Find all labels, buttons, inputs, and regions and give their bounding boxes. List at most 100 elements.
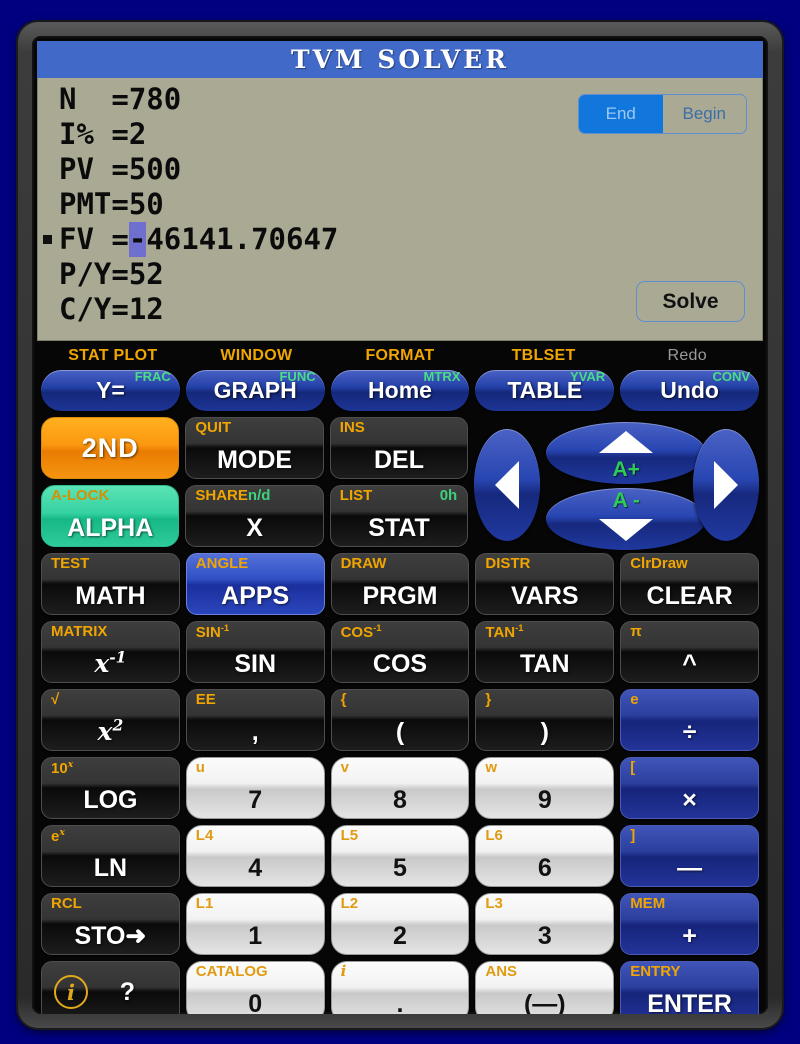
key-3[interactable]: L3 3 bbox=[475, 893, 615, 955]
key-second-label: LIST bbox=[339, 487, 373, 504]
key-math[interactable]: TEST MATH bbox=[41, 553, 180, 615]
key-key[interactable]: ] — bbox=[620, 825, 759, 887]
mode-key-grid: 2ND QUIT MODE INS DEL A-LOCK ALPHA SHAREn/d X LIS… bbox=[41, 417, 469, 547]
key-key[interactable]: }) bbox=[475, 689, 615, 751]
key-primary-label: TAN bbox=[520, 650, 570, 678]
info-icon: i bbox=[54, 975, 88, 1009]
key-key[interactable]: π ^ bbox=[620, 621, 759, 683]
key-mode[interactable]: QUIT MODE bbox=[185, 417, 324, 479]
tvm-row[interactable]: FV = -46141.70647 bbox=[43, 222, 339, 257]
tvm-row[interactable]: PV = 500 bbox=[59, 152, 338, 187]
key-enter[interactable]: ENTRY ENTER bbox=[620, 961, 759, 1014]
key-sto[interactable]: RCL STO➜ bbox=[41, 893, 180, 955]
key-prgm[interactable]: DRAW PRGM bbox=[330, 553, 470, 615]
key-9[interactable]: w9 bbox=[475, 757, 615, 819]
tvm-variable-value: 52 bbox=[128, 257, 164, 291]
key-cos[interactable]: COS-1 COS bbox=[330, 621, 470, 683]
key-x[interactable]: √ x2 bbox=[41, 689, 180, 751]
arrow-down-key[interactable]: A - bbox=[546, 488, 707, 550]
key-primary-label: ALPHA bbox=[67, 514, 154, 542]
key-primary-label: VARS bbox=[510, 582, 579, 610]
toggle-option-begin[interactable]: Begin bbox=[663, 95, 747, 133]
key-home[interactable]: MTRX Home bbox=[330, 369, 470, 411]
key-second-label: A-LOCK bbox=[51, 487, 110, 504]
key-second-label: COS-1 bbox=[340, 623, 382, 641]
key-primary-label: + bbox=[682, 922, 697, 950]
key-second-label: L1 bbox=[195, 895, 214, 912]
key-second-label: INS bbox=[339, 419, 365, 436]
key-key[interactable]: {( bbox=[330, 689, 470, 751]
tvm-row[interactable]: PMT= 50 bbox=[59, 187, 338, 222]
key-key[interactable]: e ÷ bbox=[620, 689, 759, 751]
key-del[interactable]: INS DEL bbox=[329, 417, 469, 479]
key-graph[interactable]: FUNC GRAPH bbox=[185, 369, 325, 411]
screen-body: N = 780 I% = 2 PV = 500 PMT= 50 FV = -46141.70647… bbox=[37, 78, 763, 341]
key-primary-label: × bbox=[682, 786, 697, 814]
top-key-row: FRAC Y= FUNC GRAPH MTRX Home YVAR TABLE CONV Undo bbox=[37, 367, 763, 411]
key-log[interactable]: 10x LOG bbox=[41, 757, 180, 819]
key-clear[interactable]: ClrDraw CLEAR bbox=[620, 553, 759, 615]
toggle-option-end[interactable]: End bbox=[579, 95, 663, 133]
key-y-[interactable]: FRAC Y= bbox=[41, 369, 180, 411]
key-vars[interactable]: DISTR VARS bbox=[475, 553, 615, 615]
key-stat[interactable]: LIST 0h STAT bbox=[329, 485, 469, 547]
key-key[interactable]: i? bbox=[41, 961, 180, 1014]
key-row: MATRIX x-1 SIN-1 SIN COS-1 COS TAN-1 TAN π ^ bbox=[37, 615, 763, 683]
key-primary-label: LN bbox=[93, 854, 128, 882]
key-8[interactable]: v8 bbox=[330, 757, 470, 819]
key-apps[interactable]: ANGLE APPS bbox=[185, 553, 325, 615]
key-primary-label: ENTER bbox=[647, 990, 732, 1015]
key-key[interactable]: MEM + bbox=[620, 893, 759, 955]
key-second-label: ANS bbox=[485, 963, 518, 980]
key-primary-label: 6 bbox=[537, 854, 552, 882]
key-7[interactable]: u7 bbox=[185, 757, 325, 819]
arrow-pad: A+ A - bbox=[474, 417, 759, 550]
key-5[interactable]: L5 5 bbox=[330, 825, 470, 887]
key-ln[interactable]: ex LN bbox=[41, 825, 180, 887]
tvm-variable-value: 50 bbox=[128, 187, 164, 221]
key-2nd[interactable]: 2ND bbox=[41, 417, 180, 479]
key-key[interactable]: i. bbox=[330, 961, 470, 1014]
tvm-row[interactable]: C/Y= 12 bbox=[59, 292, 338, 327]
tvm-variable-value: 780 bbox=[128, 82, 182, 116]
key-key[interactable]: [× bbox=[620, 757, 759, 819]
key-alpha[interactable]: A-LOCK ALPHA bbox=[41, 485, 180, 547]
key-second-label: SHAREn/d bbox=[195, 487, 271, 504]
tvm-variable-value: 46141.70647 bbox=[146, 222, 339, 256]
key-second-label: 10x bbox=[51, 759, 74, 777]
key-primary-label: Y= bbox=[96, 377, 125, 403]
tvm-variable-value: 500 bbox=[128, 152, 182, 186]
key-second-label: SIN-1 bbox=[195, 623, 230, 641]
payment-timing-toggle[interactable]: End Begin bbox=[578, 94, 747, 134]
tvm-variable-name: PV = bbox=[59, 152, 129, 186]
calculator-faceplate: TVM SOLVER N = 780 I% = 2 PV = 500 PMT= 50 FV = -… bbox=[32, 36, 768, 1014]
key-4[interactable]: L4 4 bbox=[185, 825, 325, 887]
arrow-right-key[interactable] bbox=[693, 429, 759, 541]
key-table[interactable]: YVAR TABLE bbox=[475, 369, 615, 411]
key-second-label: ex bbox=[51, 827, 65, 845]
key-primary-label: DEL bbox=[374, 446, 424, 474]
mode-and-arrow-area: 2ND QUIT MODE INS DEL A-LOCK ALPHA SHAREn/d X LIS… bbox=[37, 411, 763, 550]
arrow-left-key[interactable] bbox=[474, 429, 541, 541]
solve-button[interactable]: Solve bbox=[636, 281, 745, 322]
key-undo[interactable]: CONV Undo bbox=[620, 369, 759, 411]
key-2[interactable]: L2 2 bbox=[330, 893, 470, 955]
contrast-down-label: A - bbox=[612, 489, 640, 512]
key-tan[interactable]: TAN-1 TAN bbox=[475, 621, 615, 683]
key-second-label: ENTRY bbox=[630, 963, 681, 980]
key-6[interactable]: L6 6 bbox=[475, 825, 615, 887]
key-sin[interactable]: SIN-1 SIN bbox=[185, 621, 325, 683]
key-key[interactable]: ANS (—) bbox=[475, 961, 615, 1014]
tvm-row[interactable]: N = 780 bbox=[59, 82, 338, 117]
tvm-variable-name: P/Y= bbox=[59, 257, 129, 291]
key-x[interactable]: MATRIX x-1 bbox=[41, 621, 180, 683]
tvm-row[interactable]: I% = 2 bbox=[59, 117, 338, 152]
arrow-up-key[interactable]: A+ bbox=[546, 422, 707, 484]
key-primary-label: — bbox=[677, 854, 703, 882]
key-second-label: DISTR bbox=[485, 555, 531, 572]
key-key[interactable]: EE, bbox=[185, 689, 325, 751]
key-x[interactable]: SHAREn/d X bbox=[185, 485, 324, 547]
tvm-row[interactable]: P/Y= 52 bbox=[59, 257, 338, 292]
key-1[interactable]: L1 1 bbox=[185, 893, 325, 955]
key-0[interactable]: CATALOG 0 bbox=[185, 961, 325, 1014]
